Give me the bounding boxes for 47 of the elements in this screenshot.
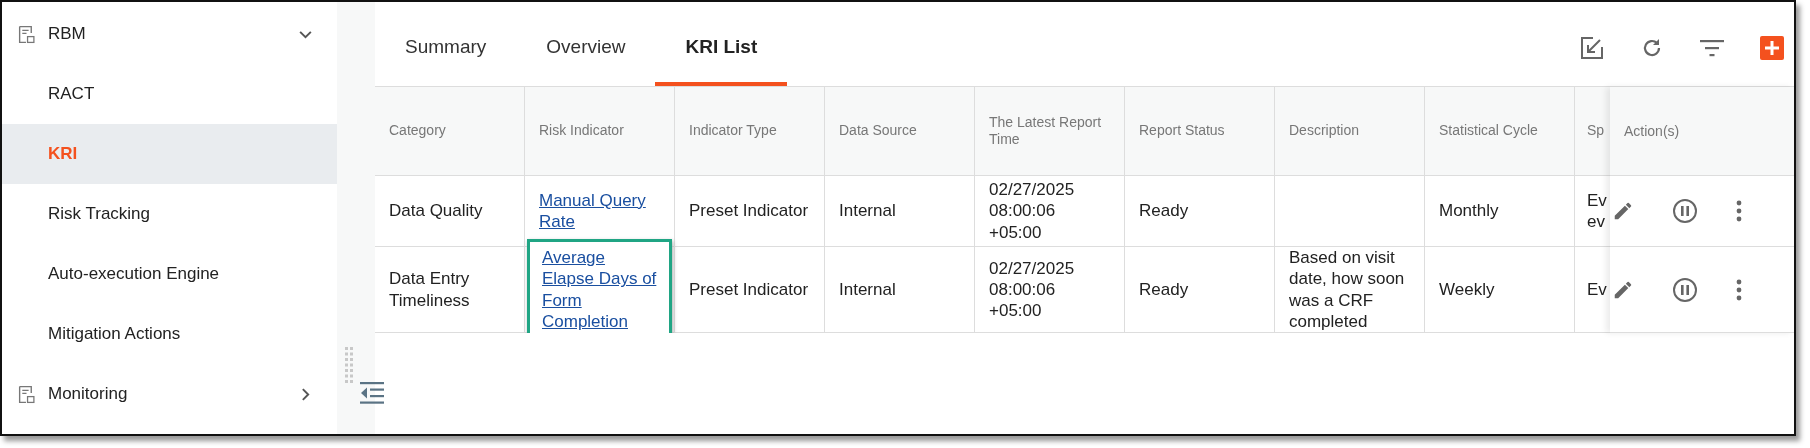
- collapse-menu-icon[interactable]: [360, 382, 384, 404]
- tab[interactable]: Overview: [516, 36, 656, 86]
- table-cell: Internal: [839, 200, 896, 222]
- add-icon[interactable]: [1760, 36, 1784, 60]
- sidebar-item[interactable]: Mitigation Actions: [2, 304, 337, 364]
- column-header: Statistical Cycle: [1425, 87, 1575, 175]
- table-cell: Data Quality: [389, 200, 483, 222]
- column-header: Description: [1275, 87, 1425, 175]
- column-header: Sp: [1586, 121, 1606, 141]
- table-cell-text: Based on visit date, how soon was a CRF completed: [1289, 247, 1406, 332]
- table-cell: Monthly: [1439, 200, 1499, 222]
- table-cell-text: Data Entry Timeliness: [389, 268, 471, 311]
- sidebar-group[interactable]: Monitoring: [2, 364, 337, 424]
- table-cell-text: Ev ev: [1587, 189, 1608, 233]
- table-cell: Internal: [839, 278, 896, 301]
- column-header: Data Source: [825, 87, 975, 175]
- table-cell: Ready: [1139, 200, 1189, 222]
- table-cell-text: 02/27/2025 08:00:06 +05:00: [989, 179, 1076, 243]
- column-header: Report Status: [1125, 87, 1275, 175]
- sidebar-item[interactable]: Risk Tracking: [2, 184, 337, 244]
- indicator-link[interactable]: Average Elapse Days of Form Completion: [527, 239, 672, 333]
- export-icon[interactable]: [1580, 36, 1604, 60]
- column-header: Risk Indicator: [525, 87, 675, 175]
- table-cell: Preset Indicator: [689, 278, 809, 301]
- column-header: Action(s): [1624, 123, 1680, 139]
- more-icon[interactable]: [1736, 200, 1742, 222]
- column-header: Category: [375, 87, 525, 175]
- table-cell: Ready: [1139, 278, 1189, 301]
- indicator-link[interactable]: Manual Query Rate: [527, 184, 672, 238]
- document-icon: [18, 384, 35, 404]
- pause-icon[interactable]: [1672, 276, 1698, 303]
- sidebar-group[interactable]: RBM: [2, 4, 337, 64]
- tab[interactable]: Summary: [405, 36, 517, 86]
- table-cell: Weekly: [1439, 278, 1495, 301]
- column-header: The Latest Report Time: [975, 87, 1125, 175]
- table-cell: Preset Indicator: [689, 200, 809, 222]
- column-header: Indicator Type: [675, 87, 825, 175]
- sidebar-item[interactable]: RACT: [2, 64, 337, 124]
- table-cell: Ev: [1587, 278, 1607, 301]
- sidebar-item[interactable]: Auto-execution Engine: [2, 244, 337, 304]
- more-icon[interactable]: [1736, 278, 1742, 301]
- drag-handle-icon[interactable]: [345, 347, 353, 385]
- edit-icon[interactable]: [1612, 200, 1634, 222]
- pause-icon[interactable]: [1672, 198, 1698, 224]
- filter-icon[interactable]: [1700, 39, 1724, 57]
- table-cell-text: 02/27/2025 08:00:06 +05:00: [989, 257, 1076, 322]
- document-icon: [18, 24, 35, 44]
